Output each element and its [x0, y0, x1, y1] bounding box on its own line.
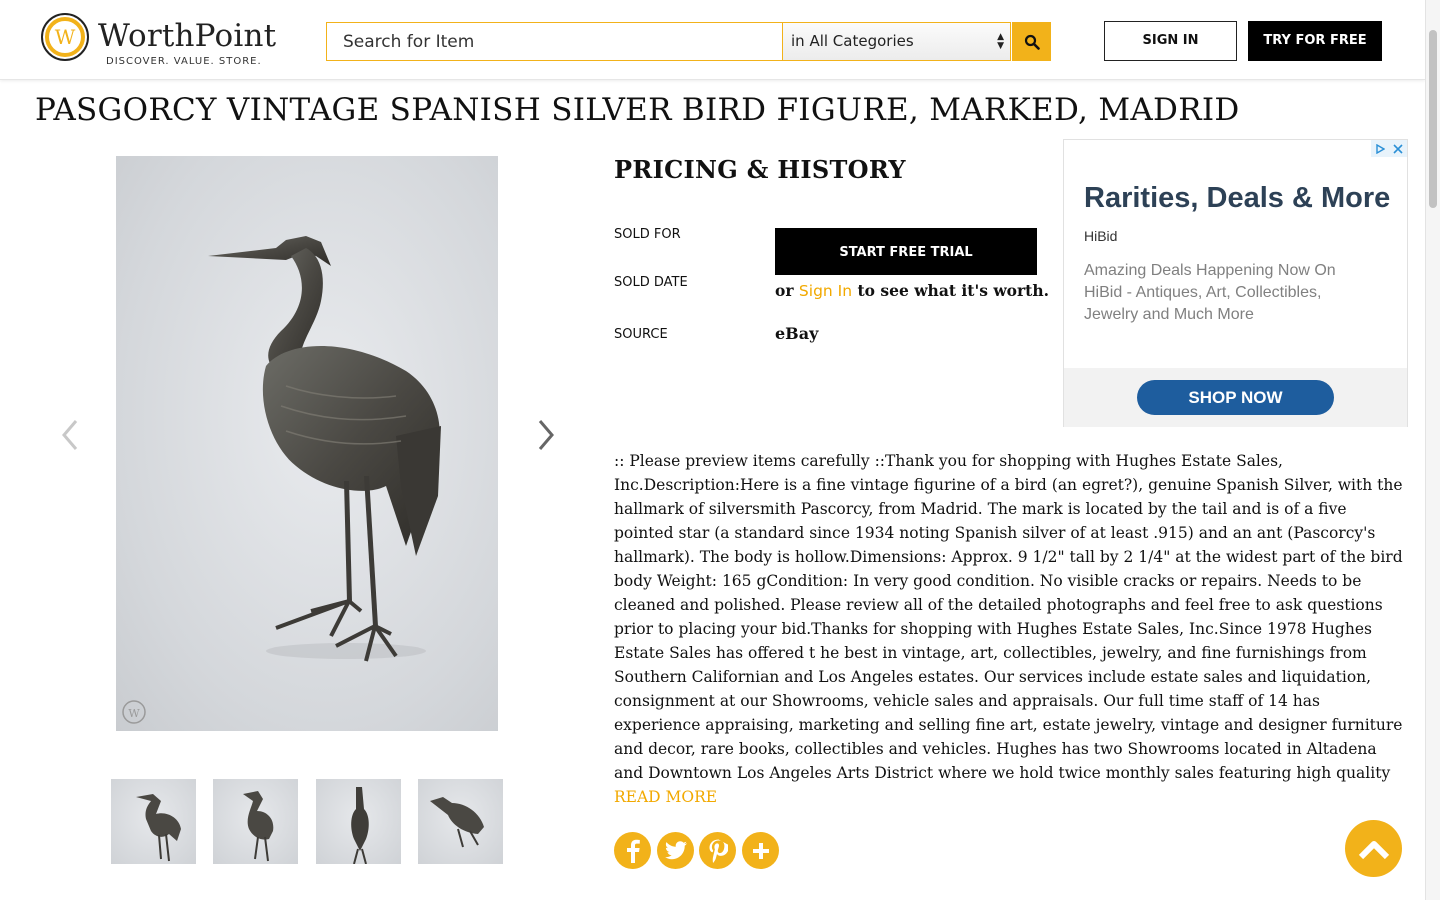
see-worth-text: to see what it's worth.	[857, 281, 1050, 300]
search-input[interactable]	[326, 22, 783, 61]
next-image-arrow-icon[interactable]	[530, 415, 560, 455]
more-share-button[interactable]	[742, 832, 779, 869]
chevron-up-icon	[1358, 840, 1389, 859]
logo-name: WorthPoint	[98, 18, 277, 54]
ad-headline: Rarities, Deals & More	[1084, 182, 1391, 214]
facebook-share-button[interactable]	[614, 832, 651, 869]
search-button[interactable]	[1012, 22, 1051, 61]
page-title: PASGORCY VINTAGE SPANISH SILVER BIRD FIG…	[35, 92, 1240, 128]
close-ad-icon[interactable]	[1389, 140, 1407, 157]
read-more-link[interactable]: READ MORE	[614, 788, 717, 806]
pricing-history-heading: PRICING & HISTORY	[614, 155, 906, 184]
scroll-to-top-button[interactable]	[1345, 820, 1402, 877]
plus-icon	[752, 842, 769, 859]
thumbnail-strip	[111, 779, 511, 865]
twitter-share-button[interactable]	[657, 832, 694, 869]
sign-in-button[interactable]: SIGN IN	[1104, 21, 1237, 61]
category-selected-value: in All Categories	[791, 32, 914, 50]
source-label: SOURCE	[614, 327, 668, 342]
page-scrollbar[interactable]	[1425, 0, 1440, 900]
advertisement[interactable]: Rarities, Deals & More HiBid Amazing Dea…	[1063, 139, 1408, 427]
ad-footer: SHOP NOW	[1064, 368, 1407, 427]
sign-in-link[interactable]: Sign In	[799, 282, 852, 300]
svg-text:W: W	[128, 707, 140, 720]
svg-text:W: W	[55, 25, 76, 49]
try-for-free-button[interactable]: TRY FOR FREE	[1248, 21, 1382, 61]
shop-now-button[interactable]: SHOP NOW	[1137, 380, 1334, 415]
facebook-icon	[626, 839, 640, 863]
scrollbar-thumb[interactable]	[1429, 30, 1437, 208]
sold-date-label: SOLD DATE	[614, 275, 688, 290]
thumbnail-image[interactable]	[316, 779, 401, 864]
twitter-icon	[664, 840, 687, 859]
thumbnail-image[interactable]	[418, 779, 503, 864]
pinterest-icon	[709, 839, 728, 863]
ad-brand: HiBid	[1084, 228, 1118, 244]
sold-for-label: SOLD FOR	[614, 227, 681, 242]
pinterest-share-button[interactable]	[699, 832, 736, 869]
main-product-image[interactable]: W	[116, 156, 498, 731]
select-arrows-icon: ▲ ▼	[997, 32, 1004, 51]
site-header: W WorthPoint DISCOVER. VALUE. STORE. in …	[0, 0, 1425, 80]
ad-body-text: Amazing Deals Happening Now On HiBid - A…	[1084, 262, 1336, 323]
ad-choices-icon[interactable]	[1371, 140, 1389, 157]
thumbnail-image[interactable]	[111, 779, 196, 864]
ad-choices-badge[interactable]	[1371, 140, 1407, 157]
category-select[interactable]: in All Categories ▲ ▼	[782, 22, 1011, 61]
previous-image-arrow-icon[interactable]	[56, 415, 86, 455]
or-text: or	[775, 281, 794, 300]
sign-in-prompt: or Sign In to see what it's worth.	[775, 281, 1049, 300]
search-bar: in All Categories ▲▼	[326, 22, 1051, 61]
source-value: eBay	[775, 324, 819, 343]
site-logo[interactable]: W WorthPoint DISCOVER. VALUE. STORE.	[40, 10, 276, 70]
description-text: :: Please preview items carefully ::Than…	[614, 452, 1403, 782]
search-icon	[1024, 34, 1040, 50]
egret-figure-image: W	[122, 236, 441, 724]
worthpoint-logo-icon: W	[41, 13, 89, 61]
item-description: :: Please preview items carefully ::Than…	[614, 449, 1404, 809]
start-free-trial-button[interactable]: START FREE TRIAL	[775, 228, 1037, 275]
logo-tagline: DISCOVER. VALUE. STORE.	[106, 56, 262, 67]
thumbnail-image[interactable]	[213, 779, 298, 864]
